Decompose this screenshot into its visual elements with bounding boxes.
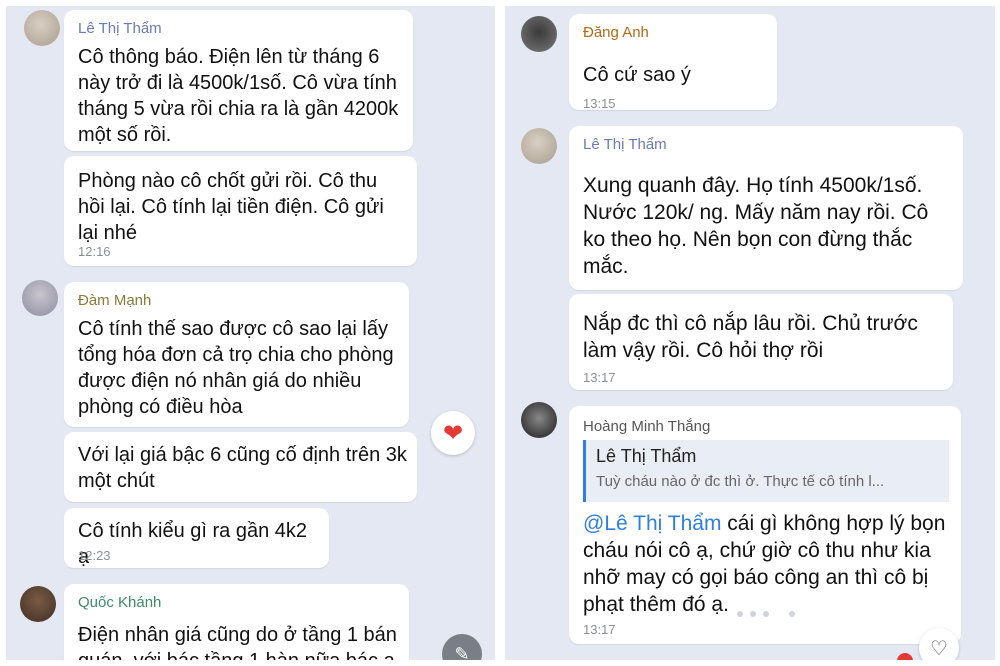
message-bubble[interactable]: Quốc Khánh Điện nhân giá cũng do ở tầng …: [64, 584, 409, 660]
message-text: Nắp đc thì cô nắp lâu rồi. Chủ trước làm…: [583, 312, 918, 362]
message-time: 13:17: [583, 370, 616, 385]
message-text: Cô tính thế sao được cô sao lại lấy tổng…: [78, 318, 394, 418]
heart-outline-icon[interactable]: ♡: [919, 628, 959, 660]
sender-name[interactable]: Quốc Khánh: [78, 594, 161, 611]
message-bubble[interactable]: Hoàng Minh Thắng Lê Thị Thẩm Tuỳ cháu nà…: [569, 406, 961, 644]
message-time: 13:17: [583, 622, 616, 637]
edit-icon[interactable]: ✎: [442, 634, 482, 660]
avatar-quoc-khanh[interactable]: [20, 586, 56, 622]
message-text: Cô thông báo. Điện lên từ tháng 6 này tr…: [78, 46, 399, 146]
quoted-text: Tuỳ cháu nào ở đc thì ở. Thực tế cô tính…: [596, 473, 885, 490]
message-bubble[interactable]: Cô tính kiểu gì ra gần 4k2 ạ 12:23: [64, 508, 329, 568]
mention-link[interactable]: @Lê Thị Thẩm: [583, 512, 721, 535]
avatar-dam-manh[interactable]: [22, 280, 58, 316]
left-chat-panel: Lê Thị Thẩm Cô thông báo. Điện lên từ th…: [6, 6, 495, 660]
message-time: 12:16: [78, 244, 111, 259]
sender-name[interactable]: Lê Thị Thẩm: [78, 20, 162, 37]
message-time: 12:23: [78, 548, 111, 563]
sender-name[interactable]: Đàm Mạnh: [78, 292, 151, 309]
message-text: Cô tính kiểu gì ra gần 4k2 ạ: [78, 520, 308, 568]
message-text: Với lại giá bậc 6 cũng cố định trên 3k m…: [78, 444, 407, 492]
notification-badge: [897, 653, 913, 660]
message-bubble[interactable]: Với lại giá bậc 6 cũng cố định trên 3k m…: [64, 432, 417, 502]
sender-name[interactable]: Đăng Anh: [583, 24, 649, 41]
message-text: Xung quanh đây. Họ tính 4500k/1số. Nước …: [583, 174, 929, 278]
avatar-le-thi-tham[interactable]: [521, 128, 557, 164]
heart-reaction-icon[interactable]: ❤: [431, 411, 475, 455]
quoted-reply[interactable]: Lê Thị Thẩm Tuỳ cháu nào ở đc thì ở. Thự…: [583, 440, 949, 502]
message-text: @Lê Thị Thẩm cái gì không hợp lý bọn chá…: [583, 510, 953, 618]
message-text: Điện nhân giá cũng do ở tầng 1 bán quán,…: [78, 624, 400, 660]
sender-name[interactable]: Hoàng Minh Thắng: [583, 418, 710, 435]
message-bubble[interactable]: Lê Thị Thẩm Xung quanh đây. Họ tính 4500…: [569, 126, 963, 290]
message-text: Phòng nào cô chốt gửi rồi. Cô thu hồi lạ…: [78, 170, 384, 244]
right-chat-panel: Đăng Anh Cô cứ sao ý 13:15 Lê Thị Thẩm X…: [505, 6, 995, 660]
message-bubble[interactable]: Lê Thị Thẩm Cô thông báo. Điện lên từ th…: [64, 10, 413, 151]
avatar-hoang-minh-thang[interactable]: [521, 402, 557, 438]
message-bubble[interactable]: Phòng nào cô chốt gửi rồi. Cô thu hồi lạ…: [64, 156, 417, 266]
pager-dots: [737, 611, 795, 617]
message-text: Cô cứ sao ý: [583, 64, 691, 86]
message-bubble[interactable]: Đàm Mạnh Cô tính thế sao được cô sao lại…: [64, 282, 409, 427]
avatar-dang-anh[interactable]: [521, 16, 557, 52]
quoted-sender: Lê Thị Thẩm: [596, 446, 697, 466]
message-bubble[interactable]: Đăng Anh Cô cứ sao ý 13:15: [569, 14, 777, 111]
sender-name[interactable]: Lê Thị Thẩm: [583, 136, 667, 153]
message-time: 13:15: [583, 96, 616, 111]
avatar-le-thi-tham[interactable]: [24, 10, 60, 46]
message-bubble[interactable]: Nắp đc thì cô nắp lâu rồi. Chủ trước làm…: [569, 294, 953, 390]
